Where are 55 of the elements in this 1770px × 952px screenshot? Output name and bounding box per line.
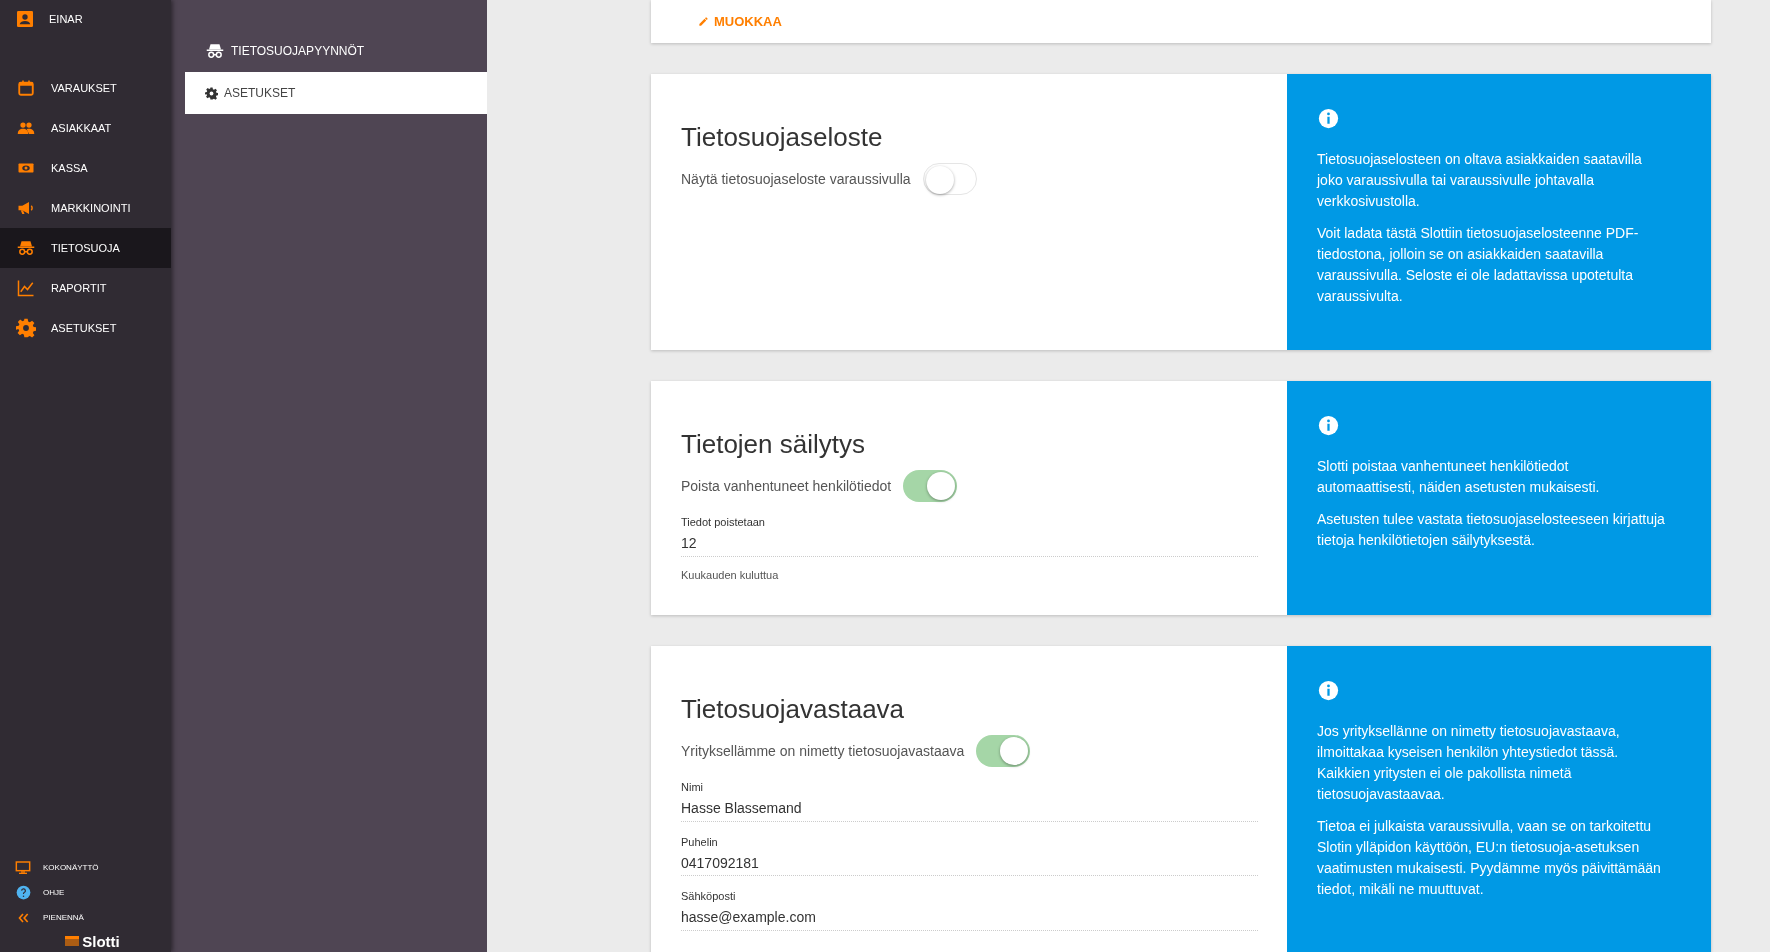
nav-item[interactable]: TIETOSUOJA xyxy=(0,228,171,268)
text-field[interactable]: 12 xyxy=(681,530,1258,557)
help-icon xyxy=(15,885,31,900)
info-icon xyxy=(1318,108,1339,129)
toggle-switch[interactable] xyxy=(976,735,1031,767)
logo: Slotti xyxy=(82,933,120,949)
field-label: Sähköposti xyxy=(681,889,737,904)
toggle-switch[interactable] xyxy=(903,470,958,502)
calendar-icon xyxy=(17,79,35,97)
info-text: Tietoa ei julkaista varaussivulla, vaan se on tarkoitettu Slotin ylläpidon käyttöön, EU:n tietosuoja-asetuksen vaatimusten mukaisesti. Pyydämme myös päivittämään tiedot, mikäli ne muuttuvat. xyxy=(1317,817,1662,899)
megaphone-icon xyxy=(17,199,35,217)
info-text: Tietosuojaselosteen on oltava asiakkaiden saatavilla joko varaussivulla tai varaussivulle johtavalla verkkosivustolla. xyxy=(1317,150,1643,211)
nav-item[interactable]: ASIAKKAAT xyxy=(0,108,171,148)
double-chevron-left-icon xyxy=(16,910,30,925)
nav-item[interactable]: KASSA xyxy=(0,148,171,188)
settings-icon xyxy=(16,318,36,338)
nav-item[interactable]: VARAUKSET xyxy=(0,68,171,108)
monitor-icon xyxy=(15,859,31,876)
submenu-item[interactable]: TIETOSUOJAPYYNNÖT xyxy=(185,30,487,72)
section-title: Tietojen säilytys xyxy=(681,428,866,460)
toggle-label: Poista vanhentuneet henkilötiedot xyxy=(681,476,892,496)
user-avatar-icon xyxy=(17,11,33,27)
nav-item[interactable]: MARKKINOINTI xyxy=(0,188,171,228)
toggle-switch[interactable] xyxy=(922,163,977,195)
text-field[interactable]: hasse@example.com xyxy=(681,904,1258,931)
footer-nav-item[interactable]: KOKONÄYTTÖ xyxy=(0,855,171,880)
text-field[interactable]: Hasse Blassemand xyxy=(681,795,1258,822)
toggle-label: Yrityksellämme on nimetty tietosuojavastaava xyxy=(681,741,965,761)
info-text: Jos yrityksellänne on nimetty tietosuojavastaava, ilmoittakaa kyseisen henkilön yhteystiedot tässä. Kaikkien yritysten ei ole pakollista nimetä tietosuojavastaavaa. xyxy=(1317,722,1621,804)
info-icon xyxy=(1318,680,1339,701)
info-icon xyxy=(1318,415,1339,436)
section-title: Tietosuojaseloste xyxy=(681,121,884,153)
section-title: Tietosuojavastaava xyxy=(681,693,906,725)
footer-nav-item[interactable]: PIENENNÄ xyxy=(0,905,171,930)
footer-nav-item[interactable]: OHJE xyxy=(0,880,171,905)
info-text: Voit ladata tästä Slottiin tietosuojaselosteenne PDF-tiedostona, jolloin se on asiakkaiden saatavilla varaussivulla. Seloste ei ole ladattavissa upotetulta varaussivulta. xyxy=(1317,224,1640,306)
logo-mark-icon xyxy=(65,936,80,946)
toggle-label: Näytä tietosuojaseloste varaussivulla xyxy=(681,169,911,189)
info-text: Asetusten tulee vastata tietosuojaselosteeseen kirjattuja tietoja henkilötietojen säilytyksestä. xyxy=(1317,510,1666,550)
info-text: Slotti poistaa vanhentuneet henkilötiedot automaattisesti, näiden asetusten mukaisesti. xyxy=(1317,457,1601,497)
people-icon xyxy=(16,119,36,137)
user-name[interactable]: EINAR xyxy=(49,10,83,28)
spy-icon xyxy=(16,239,36,257)
spy-icon xyxy=(205,42,225,60)
settings-icon xyxy=(205,86,218,100)
field-label: Tiedot poistetaan xyxy=(681,515,766,530)
field-label: Nimi xyxy=(681,780,704,795)
text-field[interactable]: 0417092181 xyxy=(681,850,1258,876)
nav-item[interactable]: ASETUKSET xyxy=(0,308,171,348)
line-chart-icon xyxy=(17,279,35,297)
nav-item[interactable]: RAPORTIT xyxy=(0,268,171,308)
pencil-icon xyxy=(698,16,709,27)
field-hint: Kuukauden kuluttua xyxy=(681,567,780,583)
submenu-item[interactable]: ASETUKSET xyxy=(185,72,487,114)
field-label: Puhelin xyxy=(681,834,719,850)
